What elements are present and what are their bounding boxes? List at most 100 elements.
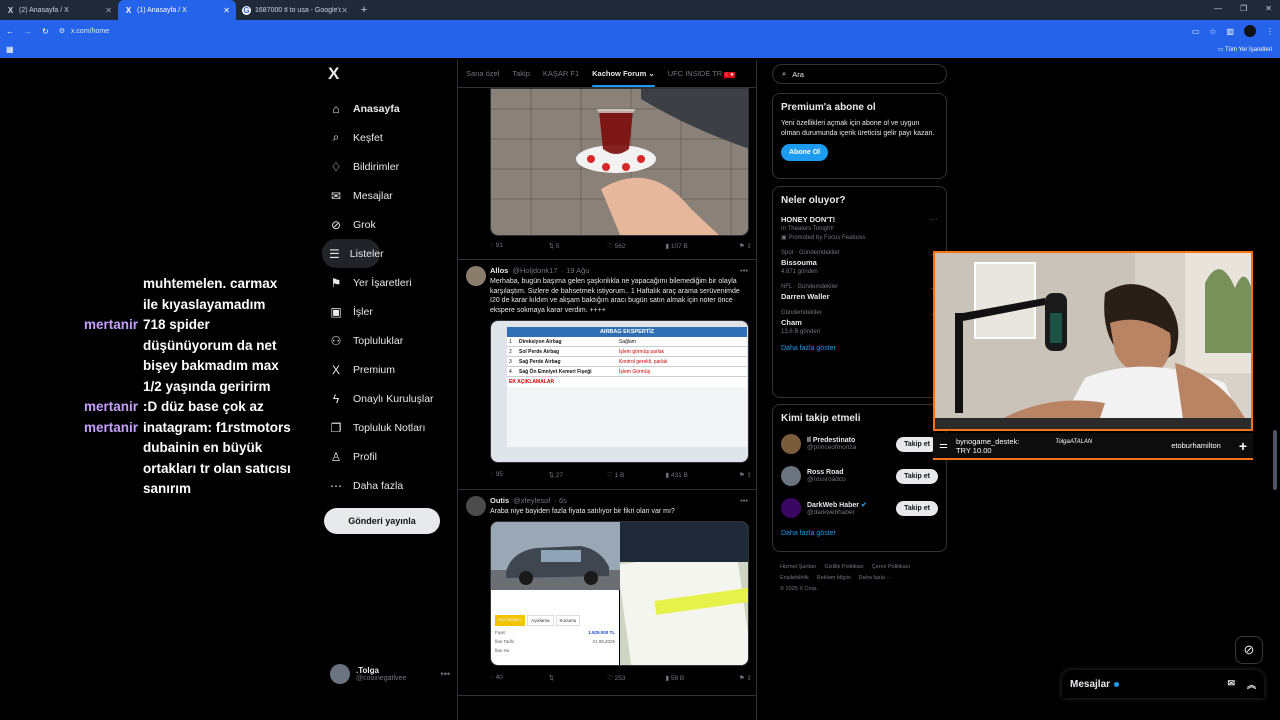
sidebar-item-communities[interactable]: ⚇ Topluluklar [322, 326, 452, 355]
install-icon[interactable]: ▭ [1192, 27, 1200, 36]
follow-suggestion[interactable]: Ross Road @rossroadco Takip et [781, 464, 938, 488]
grok-icon[interactable]: ⊘ [1235, 636, 1263, 664]
author-handle[interactable]: @Holjdonk17 [512, 266, 557, 275]
address-bar[interactable]: ⚙ x.com/home [59, 23, 1182, 39]
sidebar-icon[interactable]: ▥ [1226, 27, 1234, 36]
browser-avatar[interactable] [1244, 25, 1256, 37]
reply-button[interactable]: ◌ 40 [490, 674, 549, 682]
new-tab-button[interactable]: + [354, 4, 374, 16]
apps-grid-icon[interactable]: ▦ [6, 45, 14, 54]
browser-tab-3[interactable]: G1687000 tl to usa - Google'da A✕ [236, 0, 354, 20]
tab-takip[interactable]: Takip [512, 69, 530, 78]
show-more-follow[interactable]: Daha fazla göster [781, 530, 938, 537]
trend-item[interactable]: HONEY DON'T! In Theaters Tonight! ▣ Promot… [781, 215, 938, 241]
sidebar-item-notifications[interactable]: ♢ Bildirimler [322, 152, 452, 181]
sidebar-item-jobs[interactable]: ▣ İşler [322, 297, 452, 326]
account-switcher[interactable]: .Tolga @cooinegatlvee ••• [330, 662, 450, 686]
post-button[interactable]: Gönderi yayınla [324, 508, 440, 534]
x-logo-icon[interactable]: X [328, 64, 358, 86]
bookmark-share-icons[interactable]: ⚑ ⇪ [724, 471, 752, 479]
show-more-trends[interactable]: Daha fazla göster [781, 345, 938, 352]
browser-tab-2[interactable]: X (1) Anasayfa / X ✕ [118, 0, 236, 20]
trend-item[interactable]: NFL · GündemdekilerDarren Waller··· [781, 284, 938, 301]
tweet-time[interactable]: · 6s [554, 496, 567, 505]
sidebar-item-community-notes[interactable]: ❐ Topluluk Notları [322, 413, 452, 442]
author-name[interactable]: Outis [490, 496, 509, 505]
sidebar-item-grok[interactable]: ⊘ Grok [322, 210, 452, 239]
tab-kasar-f1[interactable]: KAŞAR F1 [543, 69, 579, 78]
back-icon[interactable]: ← [6, 27, 14, 36]
sidebar-item-lists[interactable]: ☰ Listeler [322, 239, 384, 268]
subscribe-button[interactable]: Abone Ol [781, 144, 829, 161]
footer-link[interactable]: Daha fazla ··· [859, 575, 892, 581]
sidebar-item-verified-orgs[interactable]: ϟ Onaylı Kuruluşlar [322, 384, 452, 413]
repost-button[interactable]: ⇅ 27 [549, 471, 608, 479]
tweet-image[interactable]: AIRBAG EKSPERTİZ 1 Direksiyon Airbag Sağla… [490, 320, 749, 463]
all-bookmarks[interactable]: ▭ Tüm Yer İşaretleri [1218, 46, 1272, 53]
tweet-time[interactable]: · 19 Ağu [561, 266, 589, 275]
browser-tab-1[interactable]: X (2) Anasayfa / X ✕ [0, 0, 118, 20]
sidebar-item-premium[interactable]: X Premium [322, 355, 452, 384]
tweet[interactable]: Outis @xfeylesof · 6s ••• Araba niye bay… [458, 490, 756, 696]
tab-ufc-inside-tr[interactable]: UFC INSIDE TR ☾★ [668, 69, 736, 78]
more-icon[interactable]: ••• [441, 669, 450, 679]
page-scrollbar[interactable] [1273, 430, 1277, 490]
follow-button[interactable]: Takip et [896, 500, 938, 516]
more-icon[interactable]: ••• [740, 496, 748, 505]
author-handle[interactable]: @xfeylesof [513, 496, 550, 505]
sidebar-item-explore[interactable]: ⌕ Keşfet [322, 123, 452, 152]
messages-drawer[interactable]: Mesajlar ✉ ︽ [1062, 670, 1264, 698]
follow-suggestion[interactable]: DarkWeb Haber ✔ @darkwebhaber Takip et [781, 496, 938, 520]
repost-button[interactable]: ⇅ [549, 674, 608, 682]
reply-button[interactable]: ◌ 91 [490, 242, 549, 250]
follow-suggestion[interactable]: Il Predestinato @princeofmonza Takip et [781, 432, 938, 456]
footer-link[interactable]: Çerez Politikası [872, 564, 910, 570]
views-button[interactable]: ▮ 58 B [666, 674, 725, 682]
tweet-image[interactable] [490, 88, 749, 236]
views-button[interactable]: ▮ 431 B [666, 471, 725, 479]
tab-kachow-forum[interactable]: Kachow Forum ⌄ [592, 69, 655, 87]
close-tab-icon[interactable]: ✕ [341, 6, 348, 15]
sidebar-item-messages[interactable]: ✉ Mesajlar [322, 181, 452, 210]
bookmark-share-icons[interactable]: ⚑ ⇪ [724, 242, 752, 250]
browser-menu-icon[interactable]: ⋮ [1266, 27, 1274, 36]
reply-button[interactable]: ◌ 95 [490, 471, 549, 479]
sidebar-item-profile[interactable]: ♙ Profil [322, 442, 452, 471]
forward-icon[interactable]: → [24, 27, 32, 36]
sidebar-item-bookmarks[interactable]: ⚑ Yer İşaretleri [322, 268, 452, 297]
minimize-icon[interactable]: — [1214, 4, 1222, 13]
follow-button[interactable]: Takip et [896, 436, 938, 452]
bookmark-share-icons[interactable]: ⚑ ⇪ [724, 674, 752, 682]
tweet[interactable]: Allos @Holjdonk17 · 19 Ağu ••• Merhaba, … [458, 260, 756, 490]
site-info-icon[interactable]: ⚙ [59, 27, 65, 35]
tweet[interactable]: ◌ 91 ⇅ 5 ♡ 562 ▮ 107 B ⚑ ⇪ [458, 88, 756, 260]
new-message-icon[interactable]: ✉ [1227, 678, 1235, 691]
tab-sana-ozel[interactable]: Sana özel [466, 69, 499, 78]
like-button[interactable]: ♡ 253 [607, 674, 666, 682]
author-name[interactable]: Allos [490, 266, 508, 275]
footer-link[interactable]: Gizlilik Politikası [824, 564, 863, 570]
follow-button[interactable]: Takip et [896, 468, 938, 484]
footer-link[interactable]: Hizmet Şartları [780, 564, 816, 570]
sidebar-item-home[interactable]: ⌂ Anasayfa [322, 94, 452, 123]
close-tab-icon[interactable]: ✕ [105, 6, 112, 15]
like-button[interactable]: ♡ 1 B [607, 471, 666, 479]
trend-item[interactable]: GündemdekilerCham13,6 B gönderi··· [781, 310, 938, 335]
close-tab-icon[interactable]: ✕ [223, 6, 230, 15]
car-listing-screenshot[interactable]: Son Ekipleri Açıklama Konumu Fiyat 1.925… [491, 522, 620, 665]
bookmark-star-icon[interactable]: ☆ [1209, 27, 1216, 36]
search-input[interactable]: ⌕ Ara [772, 64, 947, 84]
more-icon[interactable]: ··· [930, 215, 938, 224]
expand-icon[interactable]: ︽ [1247, 678, 1256, 691]
close-window-icon[interactable]: ✕ [1265, 4, 1272, 13]
tweet-image-grid[interactable]: Son Ekipleri Açıklama Konumu Fiyat 1.925… [490, 521, 749, 666]
sidebar-item-more[interactable]: ⋯ Daha fazla [322, 471, 452, 500]
repost-button[interactable]: ⇅ 5 [549, 242, 608, 250]
views-button[interactable]: ▮ 107 B [666, 242, 725, 250]
reload-icon[interactable]: ↻ [42, 27, 49, 36]
footer-link[interactable]: Erişilebilirlik [780, 575, 809, 581]
maximize-icon[interactable]: ❐ [1240, 4, 1247, 13]
footer-link[interactable]: Reklam bilgisi [817, 575, 851, 581]
footer-link[interactable]: © 2025 X Corp. [780, 586, 818, 592]
receipt-photo[interactable] [620, 522, 748, 665]
